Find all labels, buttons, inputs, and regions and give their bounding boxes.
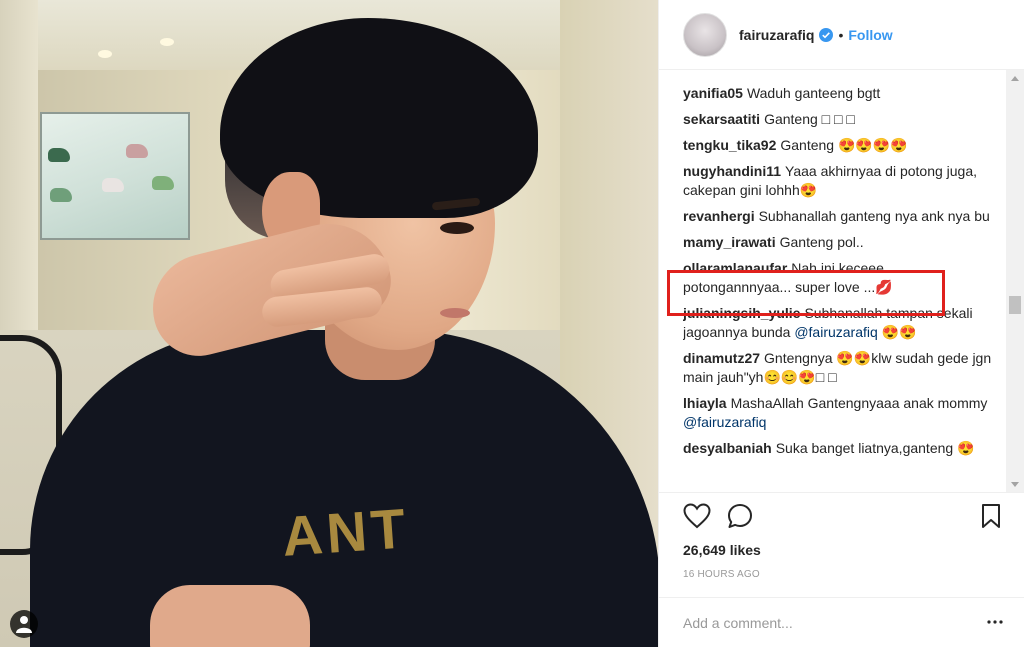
comment-text: Subhanallah ganteng nya ank nya bu (758, 208, 990, 224)
user-tag-icon[interactable] (10, 610, 38, 638)
comment-text: Waduh ganteeng bgtt (746, 85, 881, 101)
comment-text: Ganteng □ □ □ (764, 111, 855, 127)
follow-button[interactable]: Follow (848, 27, 892, 43)
comment: desyalbaniah Suka banget liatnya,ganteng … (683, 439, 995, 458)
boy-eye (440, 222, 474, 234)
comment-highlighted: ollaramlanaufar Nah ini keceee potongannn… (683, 259, 995, 297)
comment-mention[interactable]: @fairuzarafiq (794, 324, 877, 340)
more-options-icon[interactable] (987, 620, 1003, 624)
boy-lips (440, 308, 470, 318)
likes-count[interactable]: 26,649 likes (683, 542, 761, 558)
comment-text: Suka banget liatnya,ganteng 😍 (775, 440, 975, 456)
comment: nugyhandini11 Yaaa akhirnyaa di potong ju… (683, 162, 995, 200)
add-comment-bar (659, 597, 1024, 647)
header-separator: • (838, 26, 844, 43)
scroll-up-arrow-icon[interactable] (1006, 70, 1024, 86)
comment: yanifia05 Waduh ganteeng bgtt (683, 84, 995, 103)
comment-list: yanifia05 Waduh ganteeng bgtt sekarsaatit… (683, 84, 995, 492)
display-item (102, 178, 124, 192)
comment-username[interactable]: revanhergi (683, 208, 755, 224)
post-photo[interactable]: ANT (0, 0, 658, 647)
ceiling-lamp (98, 50, 112, 58)
photo-pillar (0, 0, 38, 330)
add-comment-input[interactable] (683, 615, 963, 631)
comment-username[interactable]: julianingsih_yulie (683, 305, 800, 321)
comment-username[interactable]: lhiayla (683, 395, 727, 411)
comment-text: Ganteng pol.. (779, 234, 864, 250)
comment: sekarsaatiti Ganteng □ □ □ (683, 110, 995, 129)
action-bar (683, 503, 1001, 531)
display-item (152, 176, 174, 190)
comment-text-tail: 😍😍 (877, 324, 917, 340)
post-username[interactable]: fairuzarafiq (739, 27, 814, 43)
comment-username[interactable]: sekarsaatiti (683, 111, 760, 127)
comment-mention[interactable]: @fairuzarafiq (683, 414, 766, 430)
comment-icon[interactable] (727, 503, 753, 529)
comment-text: MashaAllah Gantengnyaaa anak mommy (730, 395, 988, 411)
ceiling-lamp (160, 38, 174, 46)
comment-username[interactable]: ollaramlanaufar (683, 260, 787, 276)
scroll-down-arrow-icon[interactable] (1006, 476, 1024, 492)
post-actions: 26,649 likes 16 HOURS AGO (659, 492, 1024, 647)
comment-username[interactable]: yanifia05 (683, 85, 743, 101)
bookmark-icon[interactable] (981, 503, 1001, 529)
comment: lhiayla MashaAllah Gantengnyaaa anak momm… (683, 394, 995, 432)
photo-shop-display (40, 112, 190, 240)
display-item (48, 148, 70, 162)
post-timestamp[interactable]: 16 HOURS AGO (683, 569, 760, 580)
comment-username[interactable]: tengku_tika92 (683, 137, 776, 153)
verified-badge-icon (819, 27, 834, 42)
comments-scrollbar[interactable] (1006, 70, 1024, 492)
comment-username[interactable]: dinamutz27 (683, 350, 760, 366)
instagram-post: ANT fairuzarafiq • Follow yanifia05 Wadu… (0, 0, 1024, 647)
post-header: fairuzarafiq • Follow (659, 0, 1024, 70)
boy-other-hand (150, 585, 310, 647)
avatar[interactable] (683, 12, 727, 57)
heart-icon[interactable] (683, 503, 711, 529)
comment-text: Ganteng 😍😍😍😍 (780, 137, 908, 153)
comment-username[interactable]: desyalbaniah (683, 440, 772, 456)
display-item (126, 144, 148, 158)
comment-username[interactable]: mamy_irawati (683, 234, 776, 250)
display-item (50, 188, 72, 202)
comment: julianingsih_yulie Subhanallah tampan sek… (683, 304, 995, 342)
comment: dinamutz27 Gntengnya 😍😍klw sudah gede jgn… (683, 349, 995, 387)
post-side-panel: fairuzarafiq • Follow yanifia05 Waduh gan… (658, 0, 1024, 647)
comment-username[interactable]: nugyhandini11 (683, 163, 781, 179)
comment: mamy_irawati Ganteng pol.. (683, 233, 995, 252)
comment: revanhergi Subhanallah ganteng nya ank ny… (683, 207, 995, 226)
scrollbar-thumb[interactable] (1009, 296, 1021, 314)
comment: tengku_tika92 Ganteng 😍😍😍😍 (683, 136, 995, 155)
